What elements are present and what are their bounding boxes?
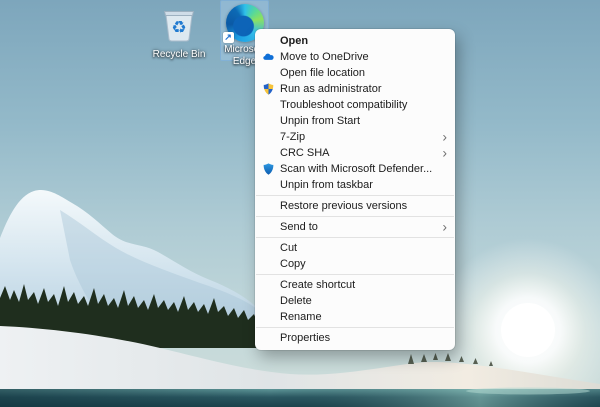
- desktop: ♻ Recycle Bin ↗ Microsoft Edge Open Move…: [0, 0, 600, 407]
- recycle-bin-icon: ♻: [161, 3, 197, 43]
- menu-item-open-file-location[interactable]: Open file location: [255, 65, 455, 81]
- menu-item-crc-sha[interactable]: CRC SHA ›: [255, 145, 455, 161]
- menu-item-scan-with-defender[interactable]: Scan with Microsoft Defender...: [255, 161, 455, 177]
- menu-item-label: Scan with Microsoft Defender...: [280, 163, 432, 175]
- menu-item-label: Run as administrator: [280, 83, 382, 95]
- menu-item-label: 7-Zip: [280, 131, 305, 143]
- menu-item-label: Open file location: [280, 67, 365, 79]
- menu-item-label: Cut: [280, 242, 297, 254]
- menu-item-open[interactable]: Open: [255, 33, 455, 49]
- menu-item-cut[interactable]: Cut: [255, 240, 455, 256]
- recycle-bin-label: Recycle Bin: [147, 49, 211, 61]
- submenu-arrow-icon: ›: [442, 219, 447, 233]
- defender-shield-icon: [262, 163, 275, 176]
- sun-reflection: [466, 388, 590, 395]
- uac-shield-icon: [262, 83, 275, 96]
- menu-item-label: Open: [280, 35, 308, 47]
- menu-item-label: Unpin from taskbar: [280, 179, 373, 191]
- menu-item-label: Rename: [280, 311, 322, 323]
- menu-item-label: CRC SHA: [280, 147, 330, 159]
- menu-item-label: Send to: [280, 221, 318, 233]
- menu-item-send-to[interactable]: Send to ›: [255, 219, 455, 235]
- menu-separator: [256, 327, 454, 328]
- context-menu: Open Move to OneDrive Open file location: [255, 29, 455, 350]
- menu-separator: [256, 216, 454, 217]
- shortcut-arrow-badge-icon: ↗: [223, 32, 234, 43]
- menu-separator: [256, 274, 454, 275]
- menu-separator: [256, 237, 454, 238]
- menu-item-label: Unpin from Start: [280, 115, 360, 127]
- menu-item-troubleshoot-compatibility[interactable]: Troubleshoot compatibility: [255, 97, 455, 113]
- menu-item-label: Properties: [280, 332, 330, 344]
- menu-item-run-as-administrator[interactable]: Run as administrator: [255, 81, 455, 97]
- onedrive-cloud-icon: [262, 51, 275, 64]
- menu-item-7zip[interactable]: 7-Zip ›: [255, 129, 455, 145]
- sun: [501, 303, 555, 357]
- menu-item-label: Create shortcut: [280, 279, 355, 291]
- svg-text:♻: ♻: [171, 18, 186, 38]
- menu-item-label: Delete: [280, 295, 312, 307]
- menu-separator: [256, 195, 454, 196]
- menu-item-label: Move to OneDrive: [280, 51, 369, 63]
- menu-item-restore-previous-versions[interactable]: Restore previous versions: [255, 198, 455, 214]
- menu-item-move-to-onedrive[interactable]: Move to OneDrive: [255, 49, 455, 65]
- menu-item-label: Troubleshoot compatibility: [280, 99, 407, 111]
- submenu-arrow-icon: ›: [442, 129, 447, 143]
- menu-item-unpin-from-start[interactable]: Unpin from Start: [255, 113, 455, 129]
- menu-item-rename[interactable]: Rename: [255, 309, 455, 325]
- menu-item-properties[interactable]: Properties: [255, 330, 455, 346]
- submenu-arrow-icon: ›: [442, 145, 447, 159]
- menu-item-copy[interactable]: Copy: [255, 256, 455, 272]
- menu-item-label: Restore previous versions: [280, 200, 407, 212]
- menu-item-create-shortcut[interactable]: Create shortcut: [255, 277, 455, 293]
- menu-item-delete[interactable]: Delete: [255, 293, 455, 309]
- menu-item-unpin-from-taskbar[interactable]: Unpin from taskbar: [255, 177, 455, 193]
- desktop-icon-recycle-bin[interactable]: ♻ Recycle Bin: [147, 3, 211, 61]
- menu-item-label: Copy: [280, 258, 306, 270]
